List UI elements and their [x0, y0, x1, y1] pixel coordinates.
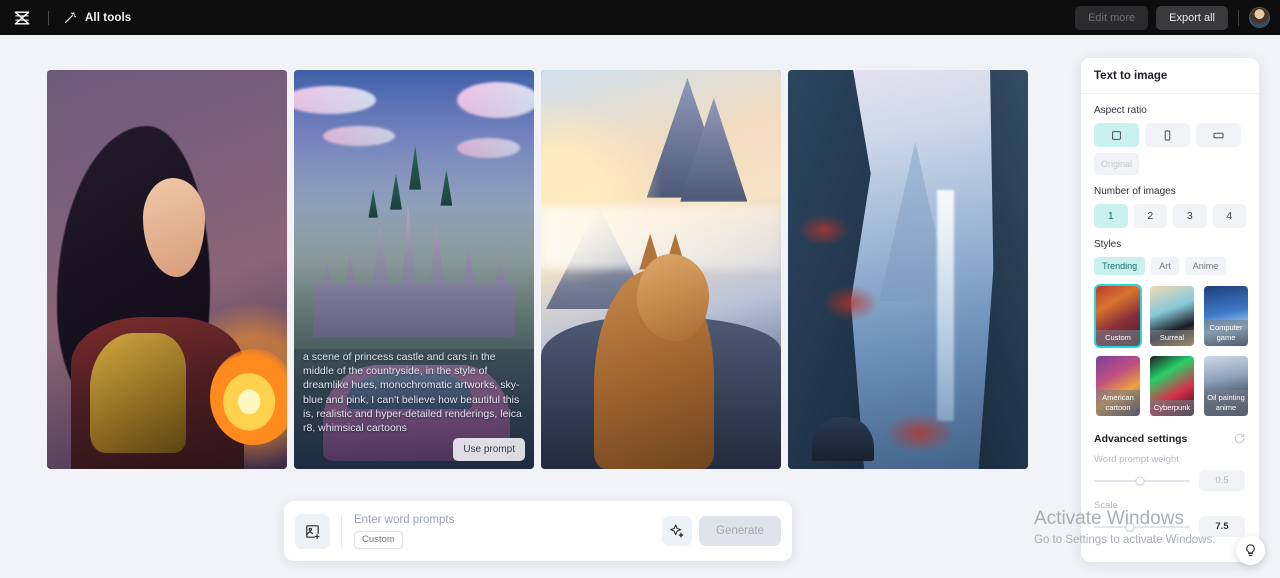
generated-image-card-1[interactable] [47, 70, 287, 469]
prompt-style-chip[interactable]: Custom [354, 530, 403, 549]
style-tile-cyberpunk[interactable]: Cyberpunk [1148, 354, 1196, 418]
fantasy-elf-warrior-with-fireball [47, 70, 287, 469]
generated-image-card-3[interactable] [541, 70, 781, 469]
number-of-images-2[interactable]: 2 [1133, 204, 1167, 228]
app-header: All tools Edit more Export all [0, 0, 1280, 35]
number-of-images-3[interactable]: 3 [1173, 204, 1207, 228]
cat-gazing-at-sunlit-mountains [541, 70, 781, 469]
generated-image-gallery: a scene of princess castle and cars in t… [47, 70, 1028, 469]
style-tile-label: Cyberpunk [1150, 399, 1194, 416]
aspect-ratio-landscape[interactable] [1196, 123, 1241, 147]
style-tile-label: American cartoon [1096, 390, 1140, 416]
avatar[interactable] [1249, 7, 1270, 28]
styles-label: Styles [1094, 239, 1122, 250]
advanced-settings-title: Advanced settings [1094, 432, 1188, 445]
panel-divider [1081, 93, 1259, 94]
prompt-input-area[interactable]: Enter word prompts Custom [354, 514, 662, 549]
prompt-bar-divider [341, 515, 342, 547]
export-all-button[interactable]: Export all [1156, 5, 1228, 30]
style-tile-label: Oil painting anime [1204, 390, 1248, 416]
style-tile-label: Custom [1096, 329, 1140, 346]
style-tile-label: Computer game [1204, 320, 1248, 346]
number-of-images-1[interactable]: 1 [1094, 204, 1128, 228]
aspect-ratio-portrait[interactable] [1145, 123, 1190, 147]
sparkle-button[interactable] [662, 516, 693, 546]
style-tile-oil-painting-anime[interactable]: Oil painting anime [1202, 354, 1250, 418]
capcut-text-to-image-app: All tools Edit more Export all a scene o… [0, 0, 1280, 578]
square-ratio-icon [1112, 130, 1121, 140]
scale-slider[interactable] [1094, 522, 1190, 531]
reset-icon[interactable] [1233, 432, 1246, 445]
word-prompt-weight-label: Word prompt weight [1094, 454, 1179, 465]
aspect-ratio-original: Original [1094, 153, 1139, 175]
header-right-group: Edit more Export all [1075, 5, 1270, 30]
image-prompt-text: a scene of princess castle and cars in t… [303, 351, 522, 435]
aspect-ratio-label: Aspect ratio [1094, 105, 1147, 116]
word-prompt-weight-row: 0.5 [1094, 470, 1246, 491]
header-divider [48, 10, 49, 25]
style-tile-custom[interactable]: Custom [1094, 284, 1142, 348]
capcut-logo-icon[interactable] [12, 8, 32, 28]
style-tab-anime[interactable]: Anime [1184, 257, 1227, 275]
panel-title: Text to image [1094, 70, 1168, 82]
use-prompt-button[interactable]: Use prompt [453, 438, 525, 461]
style-tile-grid: Custom Surreal Computer game American ca… [1094, 284, 1248, 418]
add-image-button[interactable] [295, 513, 330, 549]
style-tile-label: Surreal [1150, 329, 1194, 346]
style-tile-surreal[interactable]: Surreal [1148, 284, 1196, 348]
landscape-ratio-icon [1213, 132, 1224, 138]
word-prompt-weight-value[interactable]: 0.5 [1199, 470, 1245, 491]
aspect-ratio-options [1094, 123, 1246, 147]
magic-wand-icon [63, 10, 85, 25]
aspect-ratio-square[interactable] [1094, 123, 1139, 147]
scale-value[interactable]: 7.5 [1199, 516, 1245, 537]
generated-image-card-4[interactable] [788, 70, 1028, 469]
add-image-icon [306, 524, 320, 539]
lightbulb-icon [1246, 544, 1255, 557]
scale-knob[interactable] [1125, 522, 1135, 531]
scale-label: Scale [1094, 500, 1118, 511]
portrait-ratio-icon [1164, 129, 1171, 141]
advanced-settings-header: Advanced settings [1094, 432, 1246, 445]
word-prompt-weight-slider[interactable] [1094, 476, 1190, 485]
misty-blue-valley-with-waterfall [788, 70, 1028, 469]
style-tile-american-cartoon[interactable]: American cartoon [1094, 354, 1142, 418]
all-tools-label[interactable]: All tools [85, 12, 131, 24]
style-tab-art[interactable]: Art [1151, 257, 1179, 275]
style-category-tabs: Trending Art Anime [1094, 257, 1246, 275]
number-of-images-label: Number of images [1094, 186, 1176, 197]
generate-button[interactable]: Generate [699, 516, 781, 546]
style-tab-trending[interactable]: Trending [1094, 257, 1146, 275]
style-tile-computer-game[interactable]: Computer game [1202, 284, 1250, 348]
edit-more-button[interactable]: Edit more [1075, 5, 1149, 30]
header-divider-2 [1238, 9, 1239, 26]
text-to-image-settings-panel: Text to image Aspect ratio Original Numb… [1081, 58, 1259, 562]
prompt-bar: Enter word prompts Custom Generate [284, 501, 792, 561]
header-left-group: All tools [12, 8, 131, 28]
number-of-images-4[interactable]: 4 [1212, 204, 1246, 228]
sparkle-icon [670, 524, 684, 538]
number-of-images-options: 1 2 3 4 [1094, 204, 1246, 228]
scale-row: 7.5 [1094, 516, 1246, 537]
prompt-placeholder: Enter word prompts [354, 513, 455, 526]
word-prompt-weight-knob[interactable] [1135, 476, 1145, 485]
generated-image-card-2[interactable]: a scene of princess castle and cars in t… [294, 70, 534, 469]
help-button[interactable] [1236, 536, 1265, 565]
